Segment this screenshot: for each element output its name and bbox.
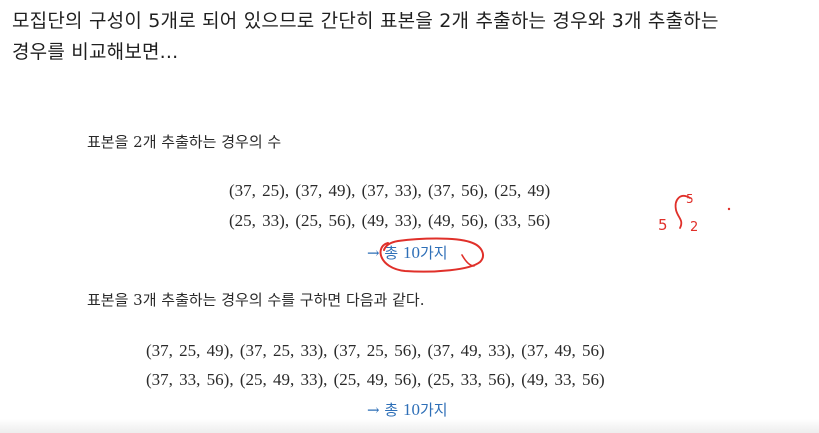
ink-note-right: 2 bbox=[690, 220, 698, 235]
section-three-total: → 총 10가지 bbox=[367, 399, 448, 420]
section-two-row-1: (37, 25), (37, 49), (37, 33), (37, 56), … bbox=[229, 181, 551, 200]
total-suffix: 가지 bbox=[419, 244, 448, 262]
ink-note-top: 5 bbox=[686, 192, 694, 206]
intro-text: 모집단의 구성이 5개로 되어 있으므로 간단히 표본을 2개 추출하는 경우와… bbox=[12, 6, 812, 68]
ink-bracket bbox=[674, 195, 691, 229]
intro-line-2: 경우를 비교해보면... bbox=[12, 41, 179, 63]
section-two-heading: 표본을 2개 추출하는 경우의 수 bbox=[87, 133, 282, 151]
total-prefix: 총 bbox=[384, 244, 399, 262]
section-three-row-1: (37, 25, 49), (37, 25, 33), (37, 25, 56)… bbox=[146, 341, 605, 360]
total-suffix: 가지 bbox=[419, 401, 448, 419]
bottom-fade bbox=[0, 419, 819, 433]
total-prefix: 총 bbox=[384, 401, 399, 419]
ink-dot bbox=[727, 207, 731, 211]
total-number: 10 bbox=[402, 400, 420, 419]
section-three-heading: 표본을 3개 추출하는 경우의 수를 구하면 다음과 같다. bbox=[87, 291, 425, 309]
page: 모집단의 구성이 5개로 되어 있으므로 간단히 표본을 2개 추출하는 경우와… bbox=[0, 0, 819, 433]
section-three-row-2: (37, 33, 56), (25, 49, 33), (25, 49, 56)… bbox=[146, 370, 605, 389]
ink-note-left: 5 bbox=[658, 216, 668, 234]
ink-tail bbox=[461, 254, 475, 267]
section-two-total: → 총 10가지 bbox=[367, 242, 448, 263]
intro-line-1: 모집단의 구성이 5개로 되어 있으므로 간단히 표본을 2개 추출하는 경우와… bbox=[12, 10, 719, 32]
section-two-row-2: (25, 33), (25, 56), (49, 33), (49, 56), … bbox=[229, 211, 551, 230]
total-number: 10 bbox=[402, 243, 420, 262]
arrow-icon: → bbox=[367, 244, 380, 262]
arrow-icon: → bbox=[367, 401, 380, 419]
